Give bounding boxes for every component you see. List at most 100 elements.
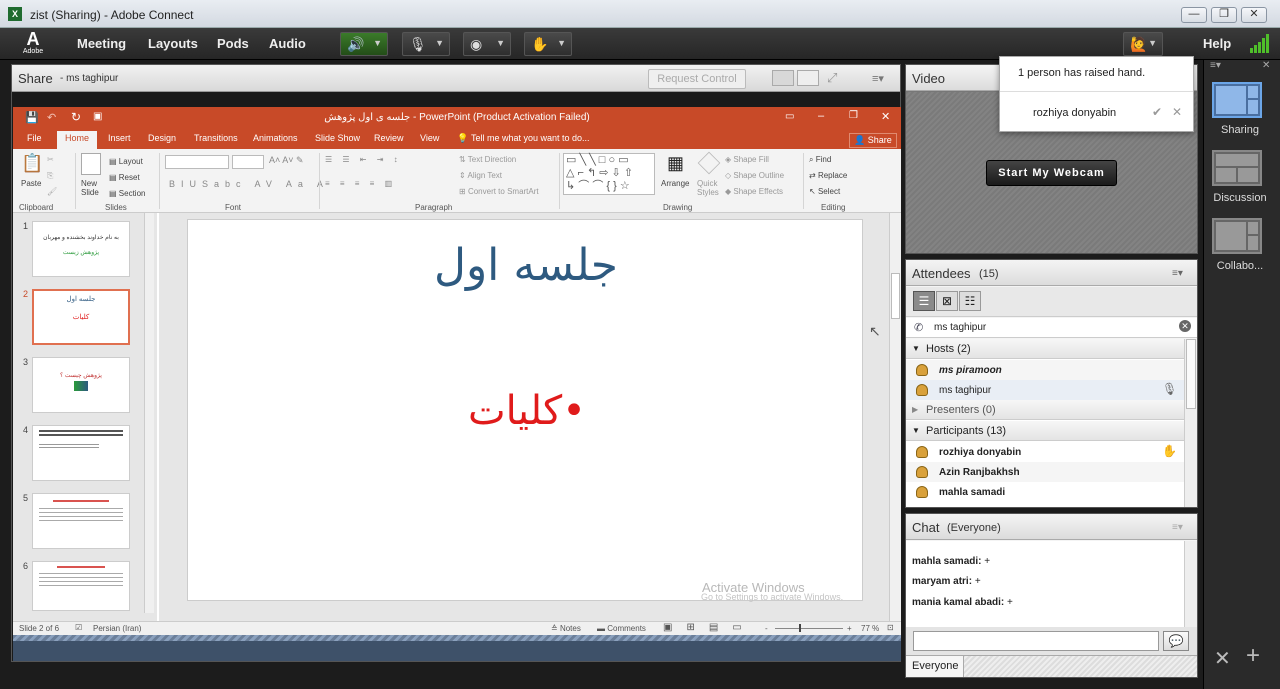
hosts-section-header[interactable]: ▼ Hosts (2) xyxy=(906,339,1184,359)
current-slide[interactable]: جلسه اول کلیات• Activate Windows xyxy=(187,219,863,601)
layout-button[interactable]: ▤ Layout xyxy=(109,157,143,166)
replace-button[interactable]: ⇄ Replace xyxy=(809,171,847,180)
tab-animations[interactable]: Animations xyxy=(253,133,298,143)
fullscreen-icon[interactable]: ⤢ xyxy=(827,70,837,86)
notes-button[interactable]: ≙ Notes xyxy=(551,624,581,633)
paste-label[interactable]: Paste xyxy=(21,179,41,188)
tab-insert[interactable]: Insert xyxy=(108,133,131,143)
spellcheck-icon[interactable]: ☑ xyxy=(75,623,82,632)
chat-tab-everyone[interactable]: Everyone xyxy=(906,656,964,677)
layout-discussion-label[interactable]: Discussion xyxy=(1204,192,1276,204)
pod-menu-icon[interactable]: ≡▾ xyxy=(872,72,884,85)
shapes-gallery[interactable]: ▭ ╲ ╲ □ ○ ▭ △ ⌐ ↰ ⇨ ⇩ ⇧ ↳ ⌒ ⌒ { } ☆ xyxy=(563,153,655,195)
participants-section-header[interactable]: ▼ Participants (13) xyxy=(906,421,1184,441)
font-name-select[interactable] xyxy=(165,155,229,169)
list-item[interactable]: Azin Ranjbakhsh xyxy=(906,462,1184,482)
menu-meeting[interactable]: Meeting xyxy=(77,36,126,51)
menu-help[interactable]: Help xyxy=(1203,36,1231,51)
text-direction-button[interactable]: ⇅ Text Direction xyxy=(459,155,516,164)
layout-sharing-thumbnail[interactable] xyxy=(1212,82,1262,118)
list-item[interactable]: ms taghipur 🎙 xyxy=(906,380,1184,400)
send-message-button[interactable]: 💬 xyxy=(1163,631,1189,651)
list-item[interactable]: rozhiya donyabin ✋ xyxy=(906,442,1184,462)
new-slide-label[interactable]: New Slide xyxy=(81,179,107,197)
close-button[interactable]: ✕ xyxy=(1241,7,1267,23)
menu-layouts[interactable]: Layouts xyxy=(148,36,198,51)
layout-collaboration-label[interactable]: Collabo... xyxy=(1204,260,1276,272)
font-size-select[interactable] xyxy=(232,155,264,169)
font-format-icons[interactable]: BIUSabc AV Aa A xyxy=(169,179,329,189)
minimize-button[interactable]: — xyxy=(1181,7,1207,23)
shape-fill-button[interactable]: ◈ Shape Fill xyxy=(725,155,769,164)
slide-thumbnail-3[interactable]: پژوهش چیست ؟ xyxy=(32,357,130,413)
fit-slide-icon[interactable]: ⊡ xyxy=(887,623,894,632)
fit-width-icon[interactable] xyxy=(772,70,794,86)
paste-icon[interactable]: 📋 xyxy=(21,153,43,175)
tab-review[interactable]: Review xyxy=(374,133,404,143)
zoom-slider-handle[interactable] xyxy=(799,624,801,632)
ppt-maximize-icon[interactable]: ❐ xyxy=(849,110,858,121)
speaker-toggle-button[interactable]: 🔊 ▼ xyxy=(340,32,388,56)
align-text-button[interactable]: ⇕ Align Text xyxy=(459,171,502,180)
tab-view[interactable]: View xyxy=(420,133,439,143)
layout-collaboration-thumbnail[interactable] xyxy=(1212,218,1262,254)
chat-scrollbar[interactable] xyxy=(1184,541,1197,627)
slide-bullet-text[interactable]: کلیات• xyxy=(468,388,586,434)
start-webcam-button[interactable]: Start My Webcam xyxy=(986,160,1117,186)
tab-home[interactable]: Home xyxy=(57,131,98,149)
pod-menu-icon[interactable]: ≡▾ xyxy=(1172,268,1188,279)
shape-outline-button[interactable]: ◇ Shape Outline xyxy=(725,171,784,180)
ppt-minimize-icon[interactable]: – xyxy=(818,110,824,122)
format-painter-icon[interactable]: 🖌 xyxy=(47,187,57,196)
status-button[interactable]: ✋ ▼ xyxy=(524,32,572,56)
my-status-button[interactable]: 🙋 ▼ xyxy=(1123,32,1163,56)
slide-thumbnail-2[interactable]: جلسه اول کلیات xyxy=(32,289,130,345)
tab-transitions[interactable]: Transitions xyxy=(194,133,238,143)
actual-size-icon[interactable] xyxy=(797,70,819,86)
request-control-button[interactable]: Request Control xyxy=(648,69,746,89)
tab-file[interactable]: File xyxy=(27,133,42,143)
breakout-view-icon[interactable]: ⊠ xyxy=(936,291,958,311)
quick-styles-label[interactable]: Quick Styles xyxy=(697,179,723,197)
slide-thumbnail-4[interactable] xyxy=(32,425,130,481)
restore-button[interactable]: ❐ xyxy=(1211,7,1237,23)
layout-sharing-label[interactable]: Sharing xyxy=(1204,124,1276,136)
zoom-in-button[interactable]: + xyxy=(847,624,852,633)
dismiss-close-icon[interactable]: ✕ xyxy=(1172,105,1182,119)
new-slide-icon[interactable] xyxy=(81,153,101,175)
delete-layout-icon[interactable]: ✕ xyxy=(1214,646,1231,671)
layouts-close-icon[interactable]: ✕ xyxy=(1262,60,1270,71)
list-item[interactable]: ms piramoon xyxy=(906,360,1184,380)
chat-input[interactable] xyxy=(913,631,1159,651)
pod-menu-icon[interactable]: ≡▾ xyxy=(1172,522,1188,533)
scrollbar-thumb[interactable] xyxy=(891,273,900,319)
select-button[interactable]: ↖ Select xyxy=(809,187,840,196)
tab-slide-show[interactable]: Slide Show xyxy=(315,133,360,143)
clear-status-icon[interactable]: ✕ xyxy=(1179,320,1191,332)
ribbon-display-icon[interactable]: ▭ xyxy=(785,111,794,122)
view-buttons[interactable]: ▣⊞▤▭ xyxy=(663,622,756,633)
font-size-icons[interactable]: A˄ A˅ ✎ xyxy=(269,155,304,166)
add-layout-icon[interactable]: + xyxy=(1246,642,1260,670)
find-button[interactable]: ⌕ Find xyxy=(809,155,831,165)
ppt-close-icon[interactable]: ✕ xyxy=(881,110,890,123)
zoom-slider[interactable] xyxy=(775,628,843,629)
menu-audio[interactable]: Audio xyxy=(269,36,306,51)
slide-thumbnail-5[interactable] xyxy=(32,493,130,549)
arrange-label[interactable]: Arrange xyxy=(661,179,689,188)
reset-button[interactable]: ▤ Reset xyxy=(109,173,140,182)
convert-smartart-button[interactable]: ⊞ Convert to SmartArt xyxy=(459,187,539,196)
zoom-out-button[interactable]: - xyxy=(765,624,768,633)
list-icons[interactable]: ☰ ☰ ⇤ ⇥ ↕ xyxy=(325,155,402,164)
status-view-icon[interactable]: ☷ xyxy=(959,291,981,311)
slide-thumbnail-6[interactable] xyxy=(32,561,130,611)
section-button[interactable]: ▤ Section xyxy=(109,189,145,198)
slide-scrollbar[interactable] xyxy=(889,213,901,621)
webcam-button[interactable]: ◉ ▼ xyxy=(463,32,511,56)
tell-me-search[interactable]: Tell me what you want to do... xyxy=(471,133,590,143)
comments-button[interactable]: ▬ Comments xyxy=(597,624,646,633)
shape-effects-button[interactable]: ◆ Shape Effects xyxy=(725,187,783,196)
language-indicator[interactable]: Persian (Iran) xyxy=(93,624,141,633)
slide-thumbnail-1[interactable]: به نام خداوند بخشنده و مهربان پژوهش زیست xyxy=(32,221,130,277)
alignment-icons[interactable]: ≡ ≡ ≡ ≡ ▥ xyxy=(325,179,396,188)
